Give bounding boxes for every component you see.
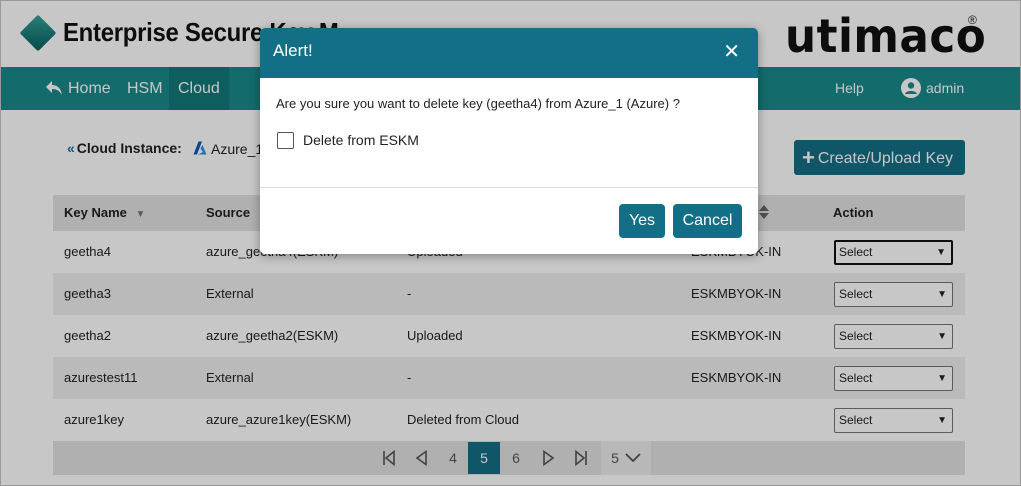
delete-from-eskm-checkbox[interactable] — [277, 132, 294, 149]
alert-dialog-header: Alert! ✕ — [260, 28, 758, 78]
app-window: Enterprise Secure Key M utimaco ® Home H… — [0, 0, 1021, 486]
dialog-divider — [260, 187, 758, 188]
alert-dialog-title: Alert! — [273, 41, 313, 60]
cancel-button[interactable]: Cancel — [673, 204, 742, 238]
delete-from-eskm-label[interactable]: Delete from ESKM — [303, 132, 419, 148]
alert-dialog-message: Are you sure you want to delete key (gee… — [276, 96, 680, 111]
close-icon[interactable]: ✕ — [723, 39, 740, 64]
alert-dialog: Alert! ✕ Are you sure you want to delete… — [260, 28, 758, 254]
yes-button[interactable]: Yes — [619, 204, 665, 238]
